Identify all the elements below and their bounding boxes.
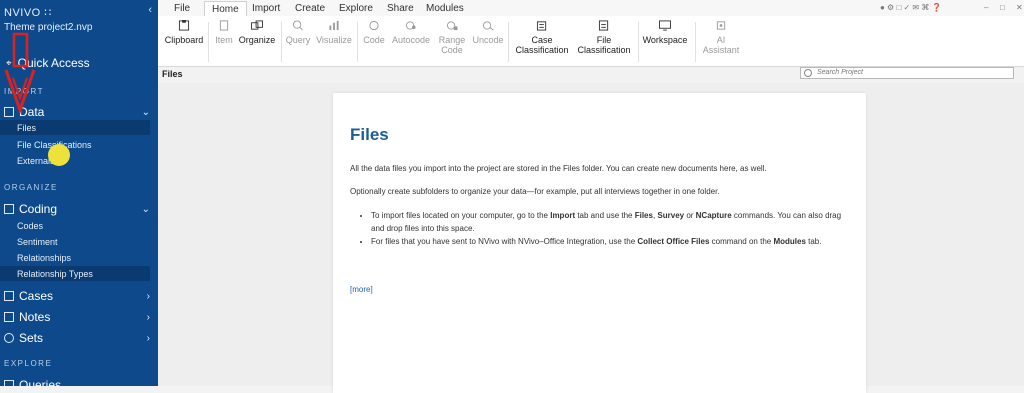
cases-label: Cases	[19, 289, 54, 303]
sidebar-group-queries[interactable]: Queries	[4, 376, 158, 386]
sidebar-group-sets[interactable]: Sets ›	[4, 329, 158, 347]
ai-assistant-button[interactable]: AI Assistant	[699, 20, 743, 55]
organize-icon	[251, 20, 263, 30]
tab-file[interactable]: File	[174, 3, 190, 14]
nvivo-logo: NVIVO ∷	[4, 7, 52, 19]
sidebar-item-relationship-types[interactable]: Relationship Types	[0, 266, 150, 281]
visualize-button[interactable]: Visualize	[316, 20, 352, 45]
sidebar-item-codes[interactable]: Codes	[0, 218, 150, 233]
tab-create[interactable]: Create	[295, 3, 325, 14]
search-icon	[804, 69, 812, 77]
page-title: Files	[350, 125, 389, 144]
code-icon	[369, 20, 379, 31]
more-link[interactable]: [more]	[350, 285, 373, 294]
uncode-icon	[482, 21, 494, 31]
tab-share[interactable]: Share	[387, 3, 414, 14]
window-control-icons[interactable]: ● ⚙ □ ✓ ✉ ⌘ ❓	[880, 3, 942, 12]
item-button[interactable]: Item	[212, 20, 236, 45]
intro-paragraph: All the data files you import into the p…	[350, 164, 767, 173]
visualize-icon	[329, 20, 339, 31]
autocode-icon	[405, 21, 416, 30]
queries-icon	[4, 380, 14, 386]
minimize-icon[interactable]: –	[984, 3, 988, 12]
collapse-sidebar-icon[interactable]: ‹	[148, 4, 152, 16]
app-grid-icon: ∷	[44, 7, 52, 19]
restore-icon[interactable]: □	[1000, 3, 1005, 12]
sidebar-group-cases[interactable]: Cases ›	[4, 287, 158, 305]
chevron-right-icon: ›	[146, 332, 150, 344]
coding-label: Coding	[19, 202, 58, 216]
sidebar-group-notes[interactable]: Notes ›	[4, 308, 158, 326]
item-icon	[219, 20, 229, 31]
file-classification-button[interactable]: File Classification	[575, 20, 633, 55]
instructions-list: To import files located on your computer…	[350, 209, 851, 248]
queries-label: Queries	[19, 378, 62, 386]
files-info-card: Files All the data files you import into…	[333, 93, 866, 393]
workspace-button[interactable]: Workspace	[640, 20, 690, 45]
search-input[interactable]: Search Project	[800, 67, 1014, 79]
range-code-icon	[446, 21, 458, 31]
organize-button[interactable]: Organize	[238, 20, 276, 45]
range-code-button[interactable]: Range Code	[434, 20, 470, 55]
chevron-right-icon: ›	[146, 290, 150, 302]
ribbon-tabs: File Home Import Create Explore Share Mo…	[158, 0, 1024, 18]
close-icon[interactable]: ✕	[1016, 3, 1023, 12]
autocode-button[interactable]: Autocode	[391, 20, 431, 45]
files-header-title: Files	[162, 69, 183, 79]
sets-label: Sets	[19, 331, 44, 345]
list-item: To import files located on your computer…	[371, 209, 851, 235]
sidebar-item-relationships[interactable]: Relationships	[0, 250, 150, 265]
sidebar-item-sentiment[interactable]: Sentiment	[0, 234, 150, 249]
sidebar-item-files[interactable]: Files	[0, 120, 150, 135]
section-organize: ORGANIZE	[4, 183, 58, 192]
ai-assistant-icon	[716, 21, 726, 30]
tab-explore[interactable]: Explore	[339, 3, 373, 14]
case-classification-icon	[536, 21, 547, 31]
chevron-right-icon: ›	[146, 311, 150, 323]
code-button[interactable]: Code	[361, 20, 387, 45]
list-item: For files that you have sent to NVivo wi…	[371, 235, 851, 248]
case-classification-button[interactable]: Case Classification	[513, 20, 571, 55]
notes-label: Notes	[19, 310, 51, 324]
notes-icon	[4, 312, 14, 322]
cases-icon	[4, 291, 14, 301]
query-icon	[292, 20, 303, 31]
sets-icon	[4, 333, 14, 343]
uncode-button[interactable]: Uncode	[471, 20, 505, 45]
chevron-down-icon: ⌄	[141, 106, 150, 118]
query-button[interactable]: Query	[284, 20, 312, 45]
clipboard-icon	[178, 20, 190, 31]
sidebar: NVIVO ∷ ‹ Theme project2.nvp ⌖ Quick Acc…	[0, 0, 158, 386]
sidebar-item-externals[interactable]: Externals	[0, 153, 150, 168]
workspace-icon	[659, 20, 671, 31]
sidebar-group-coding[interactable]: Coding ⌄	[4, 200, 158, 218]
clipboard-button[interactable]: Clipboard	[164, 20, 204, 45]
section-explore: EXPLORE	[4, 359, 53, 368]
subfolder-paragraph: Optionally create subfolders to organize…	[350, 187, 720, 196]
annotation-arrow	[4, 32, 36, 115]
sidebar-item-file-classifications[interactable]: File Classifications	[0, 137, 150, 152]
file-classification-icon	[598, 20, 609, 31]
cursor-highlight	[48, 144, 70, 166]
ribbon: Clipboard Item Organize Query Visualize …	[158, 16, 1024, 67]
files-header-bar: Files Search Project	[158, 67, 1024, 83]
content-area: Files All the data files you import into…	[158, 83, 1024, 393]
coding-icon	[4, 204, 14, 214]
tab-modules[interactable]: Modules	[426, 3, 464, 14]
tab-import[interactable]: Import	[252, 3, 280, 14]
chevron-down-icon: ⌄	[141, 203, 150, 215]
